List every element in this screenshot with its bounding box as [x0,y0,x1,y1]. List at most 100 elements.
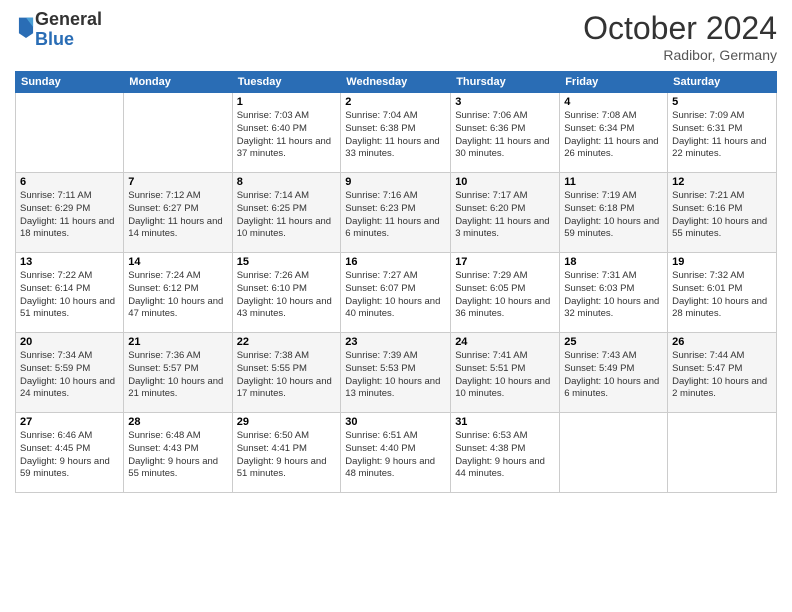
calendar-cell [16,93,124,173]
day-info: Sunrise: 7:24 AM Sunset: 6:12 PM Dayligh… [128,270,227,321]
calendar-cell: 18Sunrise: 7:31 AM Sunset: 6:03 PM Dayli… [560,253,668,333]
weekday-header-thursday: Thursday [451,72,560,93]
logo-text: General Blue [35,10,102,50]
calendar-cell: 25Sunrise: 7:43 AM Sunset: 5:49 PM Dayli… [560,333,668,413]
calendar-cell: 4 Sunrise: 7:08 AM Sunset: 6:34 PM Daylig… [560,93,668,173]
calendar-cell: 12Sunrise: 7:21 AM Sunset: 6:16 PM Dayli… [668,173,777,253]
calendar-cell: 5 Sunrise: 7:09 AM Sunset: 6:31 PM Daylig… [668,93,777,173]
weekday-header-saturday: Saturday [668,72,777,93]
weekday-header-row: SundayMondayTuesdayWednesdayThursdayFrid… [16,72,777,93]
calendar-cell: 7 Sunrise: 7:12 AM Sunset: 6:27 PM Daylig… [124,173,232,253]
calendar-week-row: 6 Sunrise: 7:11 AM Sunset: 6:29 PM Daylig… [16,173,777,253]
calendar-cell [668,413,777,493]
day-number: 5 [672,96,772,108]
calendar-cell [124,93,232,173]
day-number: 7 [128,176,227,188]
calendar-week-row: 20Sunrise: 7:34 AM Sunset: 5:59 PM Dayli… [16,333,777,413]
calendar-cell: 29 Sunrise: 6:50 AM Sunset: 4:41 PM Dayli… [232,413,341,493]
day-number: 13 [20,256,119,268]
calendar-cell: 10 Sunrise: 7:17 AM Sunset: 6:20 PM Dayli… [451,173,560,253]
day-number: 23 [345,336,446,348]
day-number: 30 [345,416,446,428]
calendar-cell: 28 Sunrise: 6:48 AM Sunset: 4:43 PM Dayli… [124,413,232,493]
day-number: 21 [128,336,227,348]
calendar-cell: 20Sunrise: 7:34 AM Sunset: 5:59 PM Dayli… [16,333,124,413]
day-number: 12 [672,176,772,188]
day-number: 25 [564,336,663,348]
header: General Blue October 2024 Radibor, Germa… [15,10,777,63]
day-info: Sunrise: 7:16 AM Sunset: 6:23 PM Dayligh… [345,190,446,241]
day-info: Sunrise: 6:48 AM Sunset: 4:43 PM Dayligh… [128,430,227,481]
day-info: Sunrise: 7:06 AM Sunset: 6:36 PM Dayligh… [455,110,555,161]
calendar-cell: 23 Sunrise: 7:39 AM Sunset: 5:53 PM Dayli… [341,333,451,413]
calendar-cell: 30 Sunrise: 6:51 AM Sunset: 4:40 PM Dayli… [341,413,451,493]
day-number: 26 [672,336,772,348]
day-number: 29 [237,416,337,428]
day-info: Sunrise: 7:08 AM Sunset: 6:34 PM Dayligh… [564,110,663,161]
calendar-cell: 17Sunrise: 7:29 AM Sunset: 6:05 PM Dayli… [451,253,560,333]
calendar-cell: 31 Sunrise: 6:53 AM Sunset: 4:38 PM Dayli… [451,413,560,493]
calendar-cell: 21Sunrise: 7:36 AM Sunset: 5:57 PM Dayli… [124,333,232,413]
day-number: 22 [237,336,337,348]
calendar-cell: 19 Sunrise: 7:32 AM Sunset: 6:01 PM Dayli… [668,253,777,333]
day-info: Sunrise: 7:39 AM Sunset: 5:53 PM Dayligh… [345,350,446,401]
day-number: 31 [455,416,555,428]
day-info: Sunrise: 7:14 AM Sunset: 6:25 PM Dayligh… [237,190,337,241]
day-number: 11 [564,176,663,188]
day-info: Sunrise: 7:34 AM Sunset: 5:59 PM Dayligh… [20,350,119,401]
day-info: Sunrise: 7:32 AM Sunset: 6:01 PM Dayligh… [672,270,772,321]
day-info: Sunrise: 7:09 AM Sunset: 6:31 PM Dayligh… [672,110,772,161]
day-number: 17 [455,256,555,268]
day-info: Sunrise: 7:03 AM Sunset: 6:40 PM Dayligh… [237,110,337,161]
calendar-cell: 22Sunrise: 7:38 AM Sunset: 5:55 PM Dayli… [232,333,341,413]
calendar-table: SundayMondayTuesdayWednesdayThursdayFrid… [15,71,777,493]
title-area: October 2024 Radibor, Germany [583,10,777,63]
day-info: Sunrise: 7:12 AM Sunset: 6:27 PM Dayligh… [128,190,227,241]
calendar-cell: 11 Sunrise: 7:19 AM Sunset: 6:18 PM Dayli… [560,173,668,253]
location-subtitle: Radibor, Germany [583,47,777,63]
calendar-cell: 26 Sunrise: 7:44 AM Sunset: 5:47 PM Dayli… [668,333,777,413]
logo-icon [17,16,35,38]
weekday-header-friday: Friday [560,72,668,93]
calendar-cell: 1 Sunrise: 7:03 AM Sunset: 6:40 PM Daylig… [232,93,341,173]
page: General Blue October 2024 Radibor, Germa… [0,0,792,612]
day-info: Sunrise: 7:19 AM Sunset: 6:18 PM Dayligh… [564,190,663,241]
logo-general: General [35,9,102,29]
day-number: 28 [128,416,227,428]
weekday-header-wednesday: Wednesday [341,72,451,93]
day-info: Sunrise: 6:50 AM Sunset: 4:41 PM Dayligh… [237,430,337,481]
day-number: 27 [20,416,119,428]
day-number: 4 [564,96,663,108]
calendar-cell: 6 Sunrise: 7:11 AM Sunset: 6:29 PM Daylig… [16,173,124,253]
calendar-cell: 8 Sunrise: 7:14 AM Sunset: 6:25 PM Daylig… [232,173,341,253]
day-info: Sunrise: 6:46 AM Sunset: 4:45 PM Dayligh… [20,430,119,481]
day-info: Sunrise: 7:44 AM Sunset: 5:47 PM Dayligh… [672,350,772,401]
day-number: 8 [237,176,337,188]
logo: General Blue [15,10,102,50]
day-info: Sunrise: 7:04 AM Sunset: 6:38 PM Dayligh… [345,110,446,161]
day-number: 18 [564,256,663,268]
calendar-cell: 15Sunrise: 7:26 AM Sunset: 6:10 PM Dayli… [232,253,341,333]
day-number: 2 [345,96,446,108]
day-info: Sunrise: 6:51 AM Sunset: 4:40 PM Dayligh… [345,430,446,481]
day-info: Sunrise: 7:41 AM Sunset: 5:51 PM Dayligh… [455,350,555,401]
weekday-header-sunday: Sunday [16,72,124,93]
day-info: Sunrise: 7:11 AM Sunset: 6:29 PM Dayligh… [20,190,119,241]
calendar-week-row: 13Sunrise: 7:22 AM Sunset: 6:14 PM Dayli… [16,253,777,333]
day-number: 19 [672,256,772,268]
calendar-cell: 24 Sunrise: 7:41 AM Sunset: 5:51 PM Dayli… [451,333,560,413]
calendar-week-row: 1 Sunrise: 7:03 AM Sunset: 6:40 PM Daylig… [16,93,777,173]
calendar-cell: 16Sunrise: 7:27 AM Sunset: 6:07 PM Dayli… [341,253,451,333]
day-info: Sunrise: 6:53 AM Sunset: 4:38 PM Dayligh… [455,430,555,481]
day-number: 24 [455,336,555,348]
calendar-cell: 27 Sunrise: 6:46 AM Sunset: 4:45 PM Dayli… [16,413,124,493]
calendar-cell: 14Sunrise: 7:24 AM Sunset: 6:12 PM Dayli… [124,253,232,333]
calendar-cell: 13Sunrise: 7:22 AM Sunset: 6:14 PM Dayli… [16,253,124,333]
month-title: October 2024 [583,10,777,47]
day-number: 10 [455,176,555,188]
day-number: 1 [237,96,337,108]
day-info: Sunrise: 7:17 AM Sunset: 6:20 PM Dayligh… [455,190,555,241]
calendar-week-row: 27 Sunrise: 6:46 AM Sunset: 4:45 PM Dayli… [16,413,777,493]
weekday-header-monday: Monday [124,72,232,93]
day-number: 6 [20,176,119,188]
